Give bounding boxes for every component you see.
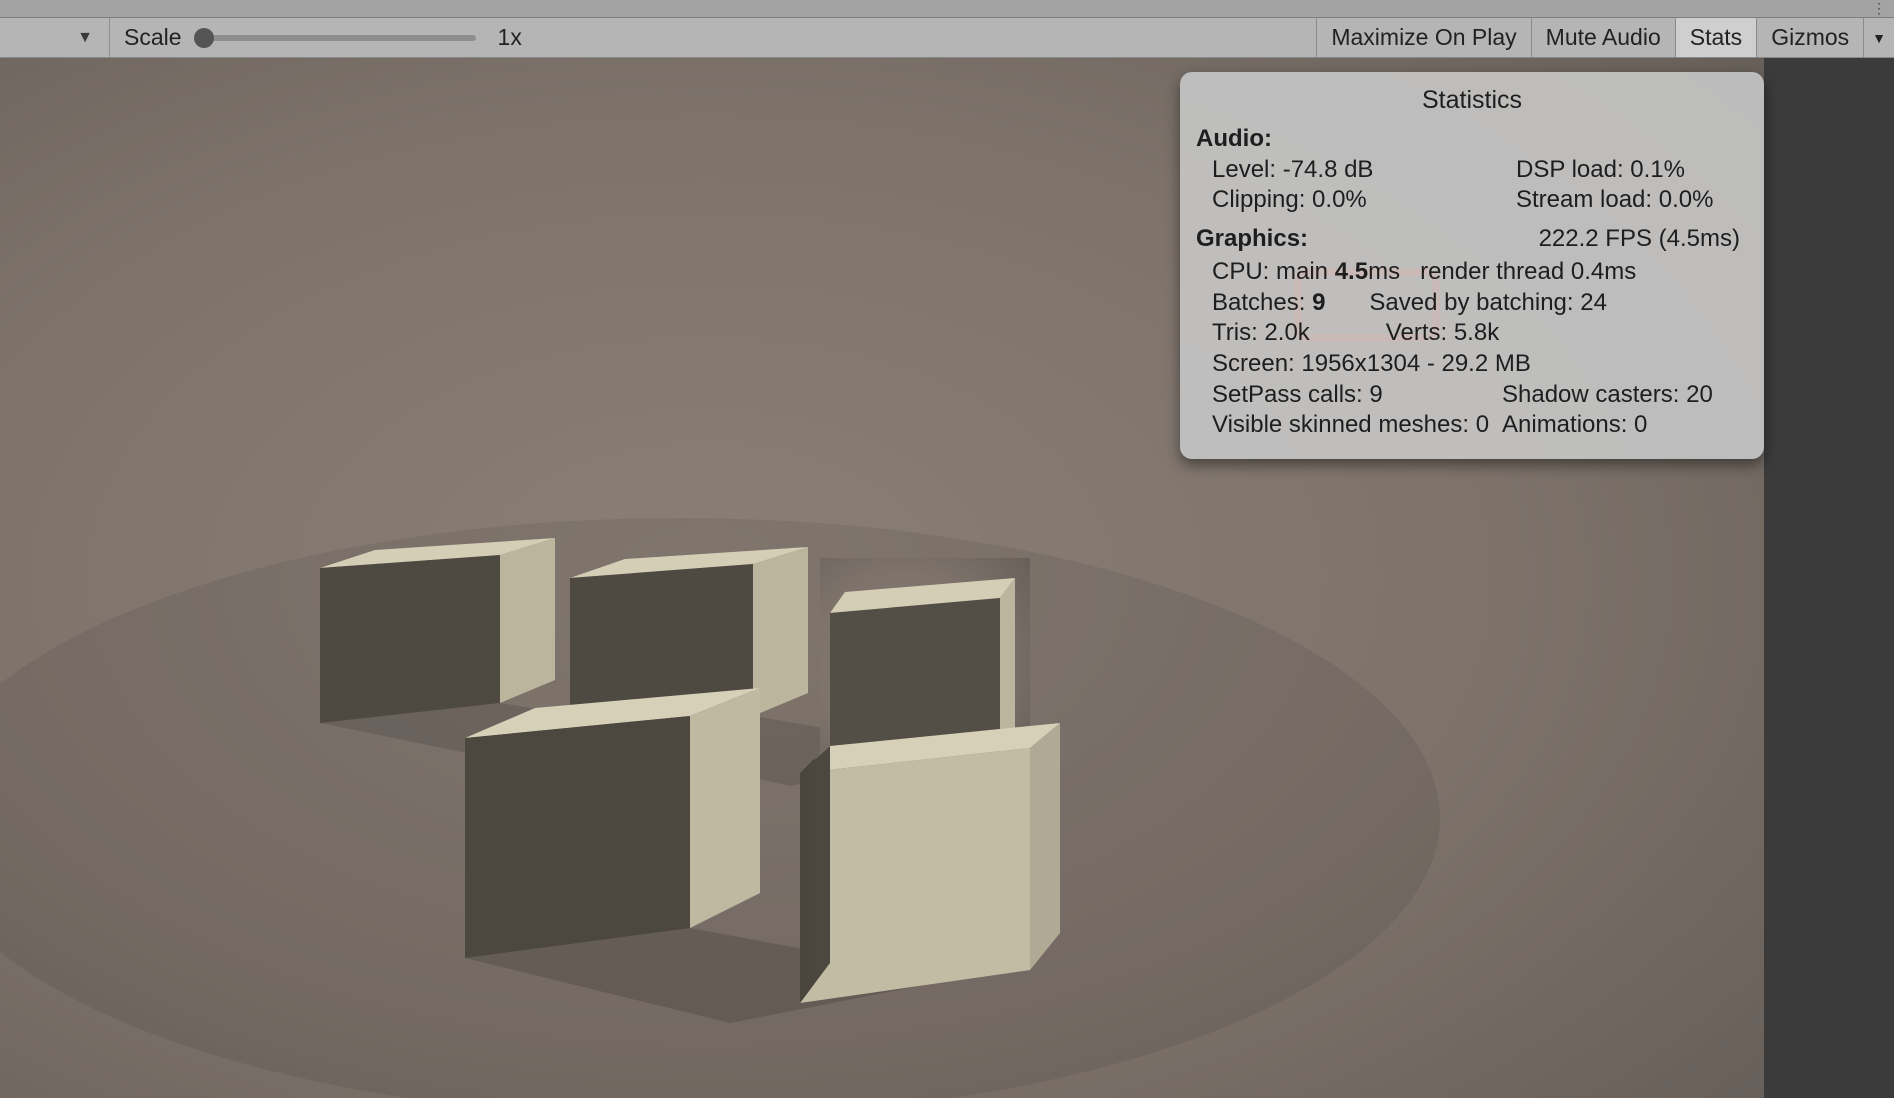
batches-value: 9 — [1312, 289, 1325, 316]
game-toolbar: ▼ Scale 1x Maximize On Play Mute Audio S… — [0, 18, 1894, 58]
cpu-main-val: 4.5 — [1335, 258, 1368, 285]
cpu-main-pre: CPU: main — [1212, 258, 1335, 285]
viewport-right-gutter — [1764, 58, 1894, 1098]
gizmos-label: Gizmos — [1771, 24, 1849, 51]
cube — [800, 723, 1060, 1003]
graphics-anim: Animations: 0 — [1502, 410, 1647, 441]
top-strip: ⋮ — [0, 0, 1894, 18]
gizmos-dropdown[interactable]: ▼ — [1863, 18, 1894, 57]
mute-label: Mute Audio — [1546, 24, 1661, 51]
maximize-label: Maximize On Play — [1331, 24, 1516, 51]
maximize-on-play-button[interactable]: Maximize On Play — [1316, 18, 1530, 57]
toolbar-right: Maximize On Play Mute Audio Stats Gizmos… — [1316, 18, 1894, 57]
graphics-cpu-line: CPU: main 4.5ms render thread 0.4ms — [1196, 257, 1748, 288]
gizmos-button[interactable]: Gizmos — [1756, 18, 1863, 57]
scale-value: 1x — [498, 24, 522, 51]
chevron-down-icon: ▼ — [77, 29, 93, 47]
game-viewport[interactable]: Statistics Audio: Level: -74.8 dB Clippi… — [0, 58, 1894, 1098]
audio-clipping: Clipping: 0.0% — [1212, 185, 1516, 216]
aspect-dropdown[interactable]: ▼ — [0, 18, 110, 57]
graphics-verts: Verts: 5.8k — [1386, 318, 1499, 349]
stats-title: Statistics — [1196, 84, 1748, 116]
graphics-screen: Screen: 1956x1304 - 29.2 MB — [1196, 349, 1748, 380]
graphics-saved-batching: Saved by batching: 24 — [1369, 288, 1607, 319]
graphics-batches: Batches: 9 — [1212, 288, 1325, 319]
audio-section-label: Audio: — [1196, 124, 1748, 155]
statistics-overlay: Statistics Audio: Level: -74.8 dB Clippi… — [1180, 72, 1764, 459]
cpu-render: render thread 0.4ms — [1420, 258, 1636, 285]
audio-level: Level: -74.8 dB — [1212, 155, 1516, 186]
scale-label: Scale — [124, 24, 182, 51]
batches-label: Batches: — [1212, 289, 1312, 316]
stats-label: Stats — [1690, 24, 1742, 51]
chevron-down-icon: ▼ — [1872, 30, 1886, 46]
graphics-tris: Tris: 2.0k — [1212, 318, 1310, 349]
scale-slider-thumb[interactable] — [194, 28, 214, 48]
mute-audio-button[interactable]: Mute Audio — [1531, 18, 1675, 57]
context-menu-icon[interactable]: ⋮ — [1872, 0, 1886, 17]
scale-slider[interactable] — [196, 35, 476, 41]
graphics-setpass: SetPass calls: 9 — [1212, 380, 1502, 411]
graphics-skinned: Visible skinned meshes: 0 — [1212, 410, 1502, 441]
audio-stream: Stream load: 0.0% — [1516, 185, 1748, 216]
audio-dsp: DSP load: 0.1% — [1516, 155, 1748, 186]
cpu-main-post: ms — [1368, 258, 1400, 285]
stats-button[interactable]: Stats — [1675, 18, 1756, 57]
toolbar-left: ▼ Scale 1x — [0, 18, 522, 57]
graphics-section-label: Graphics: — [1196, 224, 1308, 255]
scale-group: Scale 1x — [110, 18, 522, 57]
graphics-shadow: Shadow casters: 20 — [1502, 380, 1713, 411]
graphics-fps: 222.2 FPS (4.5ms) — [1539, 224, 1748, 255]
